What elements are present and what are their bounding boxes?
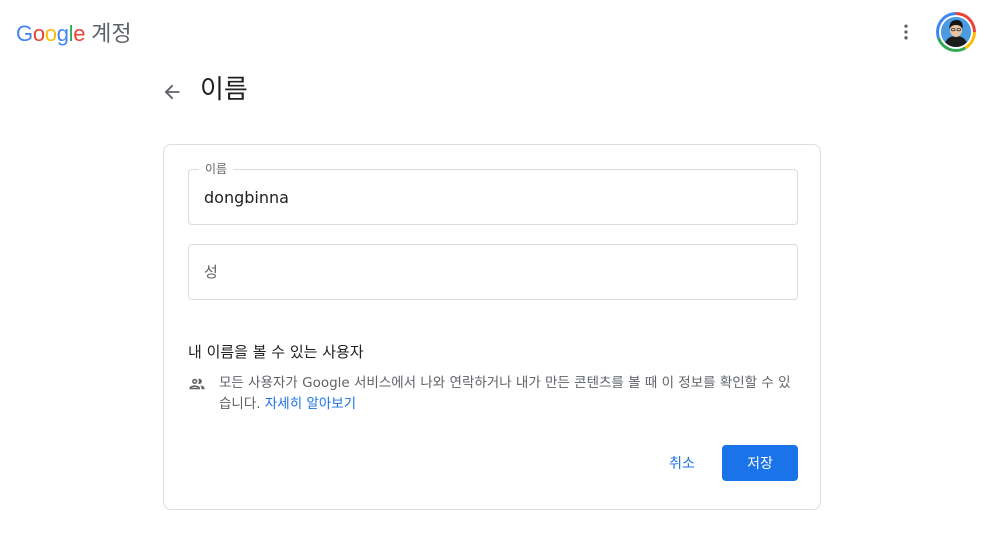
visibility-heading: 내 이름을 볼 수 있는 사용자 (188, 343, 364, 361)
back-button[interactable] (156, 76, 188, 108)
product-name: 계정 (91, 22, 132, 47)
first-name-label: 이름 (199, 162, 234, 176)
app-header: Google 계정 (0, 0, 989, 64)
avatar-ring-inner (939, 15, 973, 49)
save-button[interactable]: 저장 (722, 445, 798, 481)
logo-letter: o (32, 21, 45, 46)
google-wordmark: Google (16, 21, 85, 47)
google-account-logo[interactable]: Google 계정 (16, 16, 132, 47)
cancel-button[interactable]: 취소 (650, 445, 714, 481)
people-icon (189, 378, 205, 390)
learn-more-link[interactable]: 자세히 알아보기 (265, 396, 356, 412)
avatar-photo-icon (941, 17, 971, 47)
more-options-button[interactable] (890, 16, 922, 48)
logo-letter: o (44, 21, 57, 46)
account-avatar-button[interactable] (936, 12, 976, 52)
arrow-back-icon (164, 84, 180, 100)
first-name-field[interactable]: 이름 dongbinna (188, 162, 798, 225)
more-vert-icon (904, 24, 908, 40)
logo-letter: G (16, 21, 33, 46)
first-name-value: dongbinna (204, 188, 289, 207)
logo-letter: e (73, 21, 86, 46)
visibility-description: 모든 사용자가 Google 서비스에서 나와 연락하거나 내가 만든 콘텐츠를… (219, 373, 799, 415)
page-title: 이름 (200, 75, 248, 105)
avatar (941, 17, 971, 47)
last-name-field[interactable]: 성 (188, 244, 798, 300)
name-edit-card: 이름 dongbinna 성 내 이름을 볼 수 있는 사용자 모든 사용자가 … (163, 144, 821, 510)
last-name-placeholder: 성 (204, 263, 218, 281)
logo-letter: g (56, 21, 69, 46)
